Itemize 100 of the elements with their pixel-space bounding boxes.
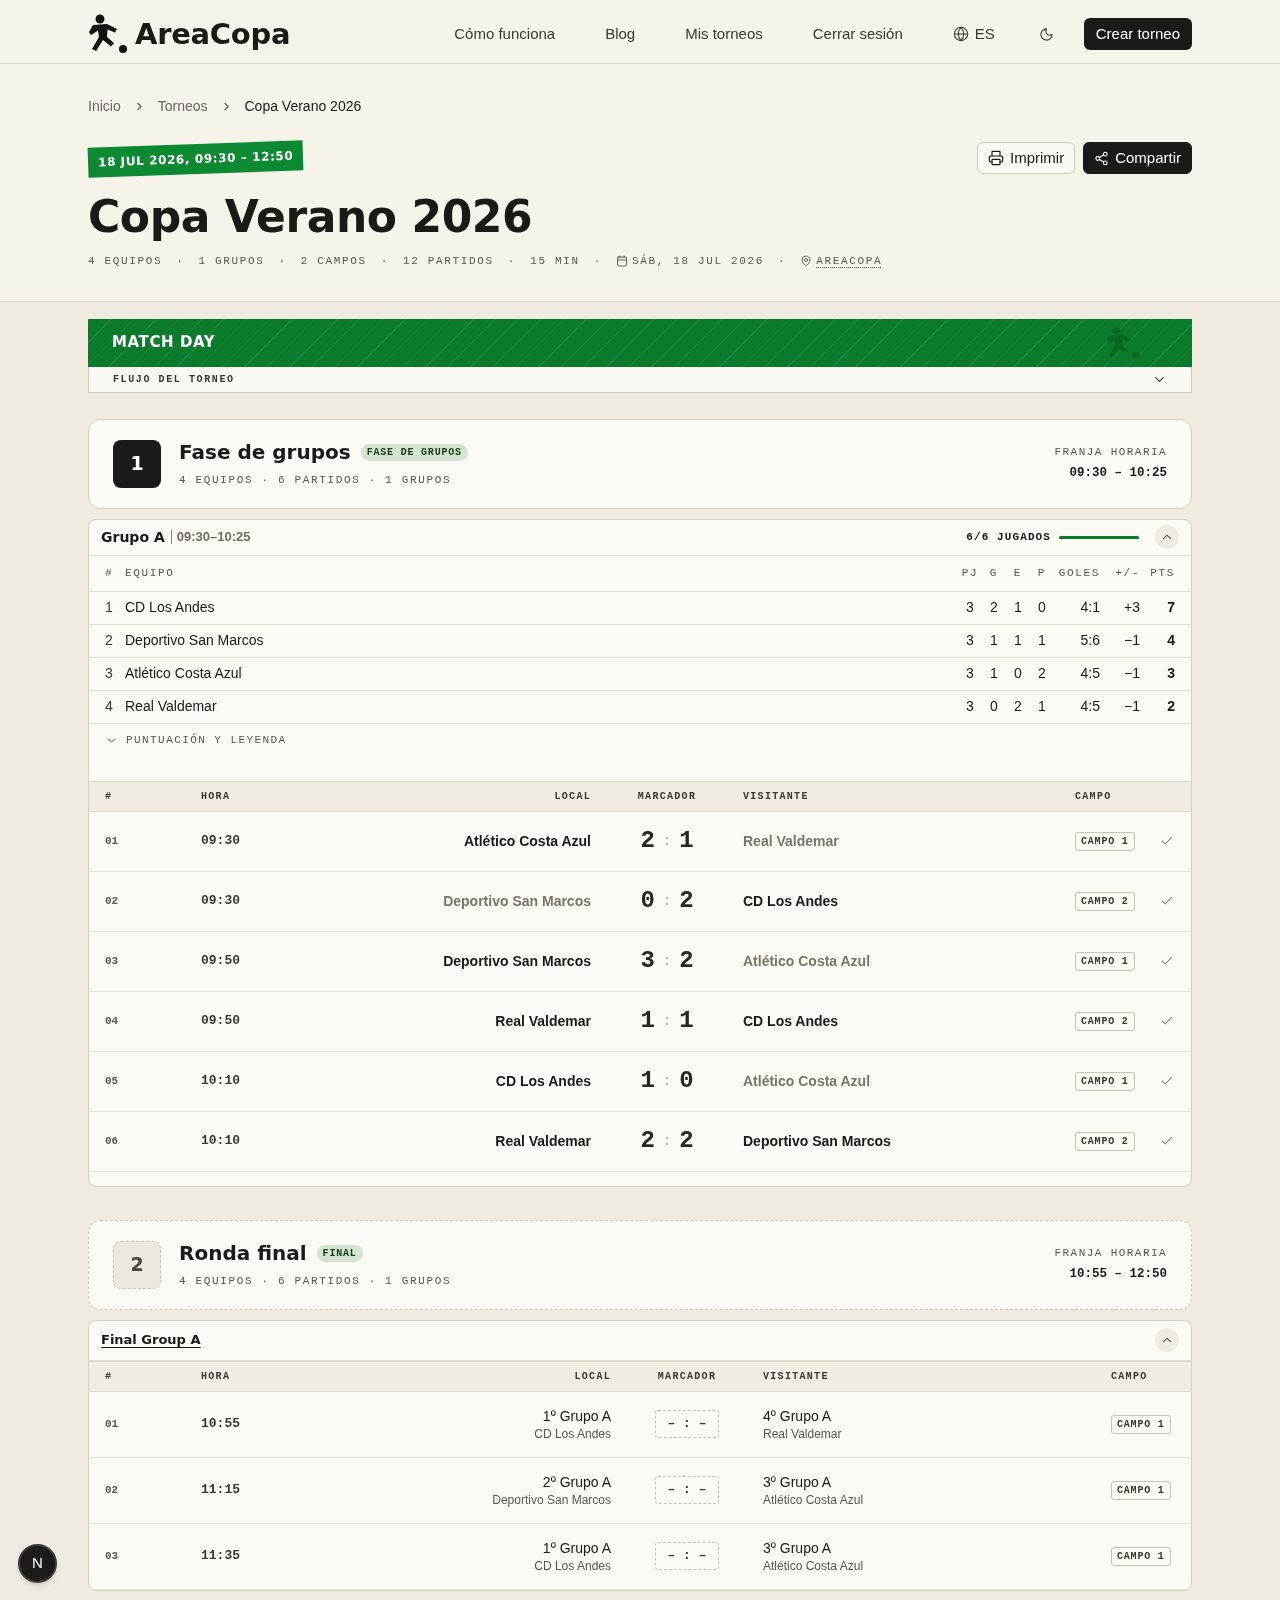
- field-badge: CAMPO 1: [1075, 951, 1135, 971]
- table-cell-text: 2: [105, 631, 113, 650]
- slot-label: FRANJA HORARIA: [1054, 1245, 1167, 1261]
- match-number: 01: [105, 1416, 119, 1432]
- location-link[interactable]: AREACOPA: [816, 253, 883, 270]
- phase-title: Ronda final: [179, 1240, 307, 1268]
- column-header: MARCADOR: [657, 1369, 717, 1384]
- dev-tools-button[interactable]: N: [18, 1544, 57, 1583]
- moon-icon[interactable]: [1038, 26, 1054, 42]
- nav-link[interactable]: Cerrar sesión: [812, 22, 903, 46]
- column-header: +/-: [1115, 565, 1140, 581]
- table-cell-text: 1: [1014, 598, 1022, 617]
- team-name: Deportivo San Marcos: [743, 1131, 891, 1151]
- field-badge: CAMPO 2: [1075, 891, 1135, 911]
- table-cell-text: −1: [1124, 697, 1140, 716]
- match-time: 09:30: [201, 832, 240, 851]
- field-badge: CAMPO 1: [1075, 1071, 1135, 1091]
- table-cell-text: 5:6: [1080, 631, 1100, 650]
- score: 2: [640, 1129, 655, 1153]
- date-badge: 18 JUL 2026, 09:30 – 12:50: [87, 140, 304, 178]
- breadcrumb-link[interactable]: Torneos: [157, 96, 208, 116]
- meta-separator: ·: [278, 254, 287, 269]
- score-separator: :: [662, 831, 672, 851]
- score-separator: :: [662, 891, 672, 911]
- seed-label: 4º Grupo A: [763, 1407, 832, 1426]
- team-name: Deportivo San Marcos: [125, 631, 264, 650]
- table-cell-text: −1: [1124, 631, 1140, 650]
- team-name: CD Los Andes: [534, 1426, 611, 1442]
- column-header: MARCADOR: [637, 789, 697, 804]
- score: 1: [679, 1009, 694, 1033]
- meta-separator: ·: [380, 254, 390, 269]
- table-cell-text: 0: [1014, 664, 1022, 683]
- table-cell-text: 3: [966, 598, 974, 617]
- language-button[interactable]: ES: [952, 22, 995, 46]
- match-time: 10:55: [201, 1415, 240, 1434]
- printer-icon: [988, 150, 1004, 166]
- team-name: Atlético Costa Azul: [763, 1558, 864, 1574]
- player-silhouette-icon: [88, 14, 128, 54]
- collapse-button[interactable]: [1155, 1328, 1179, 1352]
- phase-number: 2: [113, 1240, 161, 1289]
- column-header: E: [1013, 565, 1023, 581]
- seed-label: 1º Grupo A: [542, 1407, 611, 1426]
- match-number: 01: [105, 833, 119, 849]
- phase-title: Fase de grupos: [179, 439, 351, 467]
- column-header: HORA: [201, 1369, 231, 1384]
- player-silhouette-icon: [1106, 323, 1140, 362]
- points-cell-text: 2: [1167, 697, 1175, 716]
- table-cell-text: 3: [966, 631, 974, 650]
- print-button[interactable]: Imprimir: [977, 142, 1076, 174]
- score: 0: [679, 1069, 694, 1093]
- team-name: Deportivo San Marcos: [443, 891, 591, 911]
- table-cell-text: −1: [1124, 664, 1140, 683]
- match-time: 09:30: [201, 892, 240, 911]
- table-cell-text: 4:5: [1080, 697, 1100, 716]
- table-cell-text: 4:1: [1080, 598, 1100, 617]
- nav-link[interactable]: Blog: [605, 22, 636, 46]
- flow-toggle[interactable]: FLUJO DEL TORNEO: [88, 366, 1192, 393]
- meta-item: 4 EQUIPOS: [88, 254, 163, 269]
- breadcrumb-link[interactable]: Copa Verano 2026: [244, 96, 362, 116]
- match-time: 11:35: [201, 1547, 240, 1566]
- table-cell-text: +3: [1124, 598, 1140, 617]
- score: 1: [640, 1069, 655, 1093]
- team-name: CD Los Andes: [495, 1071, 591, 1091]
- seed-label: 1º Grupo A: [542, 1539, 611, 1558]
- column-header: PTS: [1150, 565, 1175, 581]
- match-number: 05: [105, 1073, 119, 1089]
- nav-link[interactable]: Cómo funciona: [454, 22, 556, 46]
- team-name: Atlético Costa Azul: [463, 831, 591, 851]
- collapse-button[interactable]: [1155, 525, 1179, 549]
- nav-link[interactable]: Mis torneos: [685, 22, 763, 46]
- map-pin-icon: [800, 255, 813, 268]
- team-name: CD Los Andes: [534, 1558, 611, 1574]
- match-number: 02: [105, 1482, 119, 1498]
- team-name: Atlético Costa Azul: [125, 664, 242, 683]
- column-header: CAMPO: [1075, 789, 1112, 804]
- phase-meta: 4 EQUIPOS · 6 PARTIDOS · 1 GRUPOS: [179, 473, 453, 489]
- column-header: LOCAL: [554, 789, 591, 804]
- match-time: 10:10: [201, 1132, 240, 1151]
- create-tournament-button[interactable]: Crear torneo: [1083, 18, 1192, 50]
- team-name: Real Valdemar: [125, 697, 217, 716]
- group-time: 09:30–10:25: [170, 530, 251, 544]
- score-box: – : –: [655, 1542, 719, 1570]
- team-name: Atlético Costa Azul: [763, 1492, 864, 1508]
- legend-toggle[interactable]: PUNTUACIÓN Y LEYENDA: [105, 723, 287, 757]
- logo-text: AreaCopa: [135, 19, 291, 49]
- group-title: Final Group A: [101, 1331, 201, 1350]
- column-header: G: [989, 565, 999, 581]
- field-badge: CAMPO 1: [1111, 1546, 1171, 1566]
- share-button[interactable]: Compartir: [1083, 142, 1192, 174]
- score: 3: [640, 949, 655, 973]
- score: 2: [679, 889, 694, 913]
- table-cell-text: 4: [105, 697, 113, 716]
- match-number: 02: [105, 893, 119, 909]
- match-number: 04: [105, 1013, 119, 1029]
- points-cell-text: 7: [1167, 598, 1175, 617]
- calendar-icon: [615, 255, 628, 268]
- score-box: – : –: [655, 1476, 719, 1504]
- match-time: 10:10: [201, 1072, 240, 1091]
- score-separator: :: [662, 951, 672, 971]
- breadcrumb-link[interactable]: Inicio: [88, 96, 121, 116]
